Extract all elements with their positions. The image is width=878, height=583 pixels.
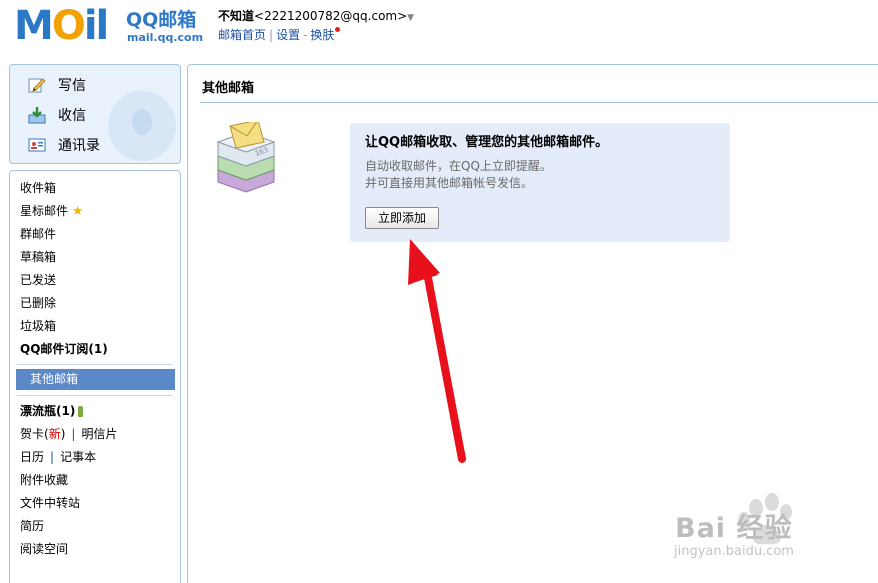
new-dot-icon xyxy=(335,27,341,32)
user-email: <2221200782@qq.com> xyxy=(254,9,408,23)
folder-other-mailboxes-label: 其他邮箱 xyxy=(30,372,79,386)
folder-deleted[interactable]: 已删除 xyxy=(20,295,56,311)
write-mail-label: 写信 xyxy=(58,78,86,94)
chevron-down-icon[interactable]: ▼ xyxy=(407,13,414,23)
star-icon: ★ xyxy=(71,204,84,219)
contacts-button[interactable]: 通讯录 xyxy=(28,134,100,156)
watermark-brand: Bai 经验 xyxy=(675,513,793,544)
mail-stack-icon: 163 xyxy=(212,119,280,194)
link-dash: - xyxy=(303,28,308,42)
settings-link[interactable]: 设置 xyxy=(276,28,300,42)
logo-domain: mail.qq.com xyxy=(127,31,204,44)
link-divider: | xyxy=(269,28,274,42)
qq-mail-logo[interactable]: MOil QQ邮箱 mail.qq.com xyxy=(14,6,204,46)
folder-spam[interactable]: 垃圾箱 xyxy=(20,318,56,334)
folder-group[interactable]: 群邮件 xyxy=(20,226,56,242)
notepad-link[interactable]: 记事本 xyxy=(60,450,96,464)
download-icon xyxy=(28,106,46,124)
folder-sent[interactable]: 已发送 xyxy=(20,272,56,288)
logo-product-name: QQ邮箱 xyxy=(126,9,197,31)
folder-attachments[interactable]: 附件收藏 xyxy=(20,472,68,488)
write-mail-button[interactable]: 写信 xyxy=(28,74,86,96)
folder-starred[interactable]: 星标邮件 ★ xyxy=(20,203,84,220)
folder-drafts[interactable]: 草稿箱 xyxy=(20,249,56,265)
user-name: 不知道 xyxy=(218,9,255,23)
change-skin-link[interactable]: 换肤 xyxy=(310,28,334,42)
greeting-card-link[interactable]: 贺卡(新) xyxy=(20,427,65,441)
folder-divider xyxy=(17,364,173,365)
promo-description-line1: 自动收取邮件，在QQ上立即提醒。 xyxy=(365,159,552,173)
new-badge: 新 xyxy=(48,427,61,441)
folder-inbox[interactable]: 收件箱 xyxy=(20,180,56,196)
address-card-icon xyxy=(28,136,46,154)
folder-starred-label: 星标邮件 xyxy=(20,204,69,218)
folder-other-mailboxes[interactable]: 其他邮箱 xyxy=(16,369,175,390)
folder-divider xyxy=(17,395,173,396)
calendar-link[interactable]: 日历 xyxy=(20,450,44,464)
red-arrow-icon xyxy=(408,239,466,463)
contacts-label: 通讯录 xyxy=(58,138,100,154)
pencil-icon xyxy=(28,76,46,94)
folder-calendar-row: 日历 | 记事本 xyxy=(20,449,96,465)
greeting-card-label: 贺卡( xyxy=(20,427,49,441)
folder-resume[interactable]: 简历 xyxy=(20,518,44,534)
penguin-background-icon xyxy=(108,91,176,161)
quick-actions-panel: 写信 收信 通讯录 xyxy=(9,64,181,164)
title-divider xyxy=(200,102,878,103)
folder-drift-bottle-label: 漂流瓶(1) xyxy=(20,404,76,418)
page-title: 其他邮箱 xyxy=(202,81,255,96)
pipe-separator: | xyxy=(50,450,55,464)
greeting-card-close: ) xyxy=(60,427,66,441)
add-now-button[interactable]: 立即添加 xyxy=(365,207,439,229)
watermark-url: jingyan.baidu.com xyxy=(674,544,794,559)
mailbox-home-link[interactable]: 邮箱首页 xyxy=(218,28,266,42)
postcard-link[interactable]: 明信片 xyxy=(81,427,117,441)
logo-wordmark: MOil xyxy=(14,3,109,49)
bottle-icon xyxy=(78,406,84,417)
user-account[interactable]: 不知道<2221200782@qq.com>▼ xyxy=(218,8,414,26)
receive-mail-button[interactable]: 收信 xyxy=(28,104,86,126)
folder-file-transfer[interactable]: 文件中转站 xyxy=(20,495,80,511)
folder-reading-space[interactable]: 阅读空间 xyxy=(20,541,68,557)
promo-description-line2: 并可直接用其他邮箱帐号发信。 xyxy=(365,176,534,190)
receive-mail-label: 收信 xyxy=(58,108,86,124)
header-links: 邮箱首页 | 设置 - 换肤 xyxy=(218,27,341,43)
promo-title: 让QQ邮箱收取、管理您的其他邮箱邮件。 xyxy=(365,135,609,150)
folder-drift-bottle[interactable]: 漂流瓶(1) xyxy=(20,403,84,419)
folder-subscriptions[interactable]: QQ邮件订阅(1) xyxy=(20,341,108,357)
pipe-separator: | xyxy=(71,427,76,441)
folder-cards-row: 贺卡(新) | 明信片 xyxy=(20,426,117,442)
